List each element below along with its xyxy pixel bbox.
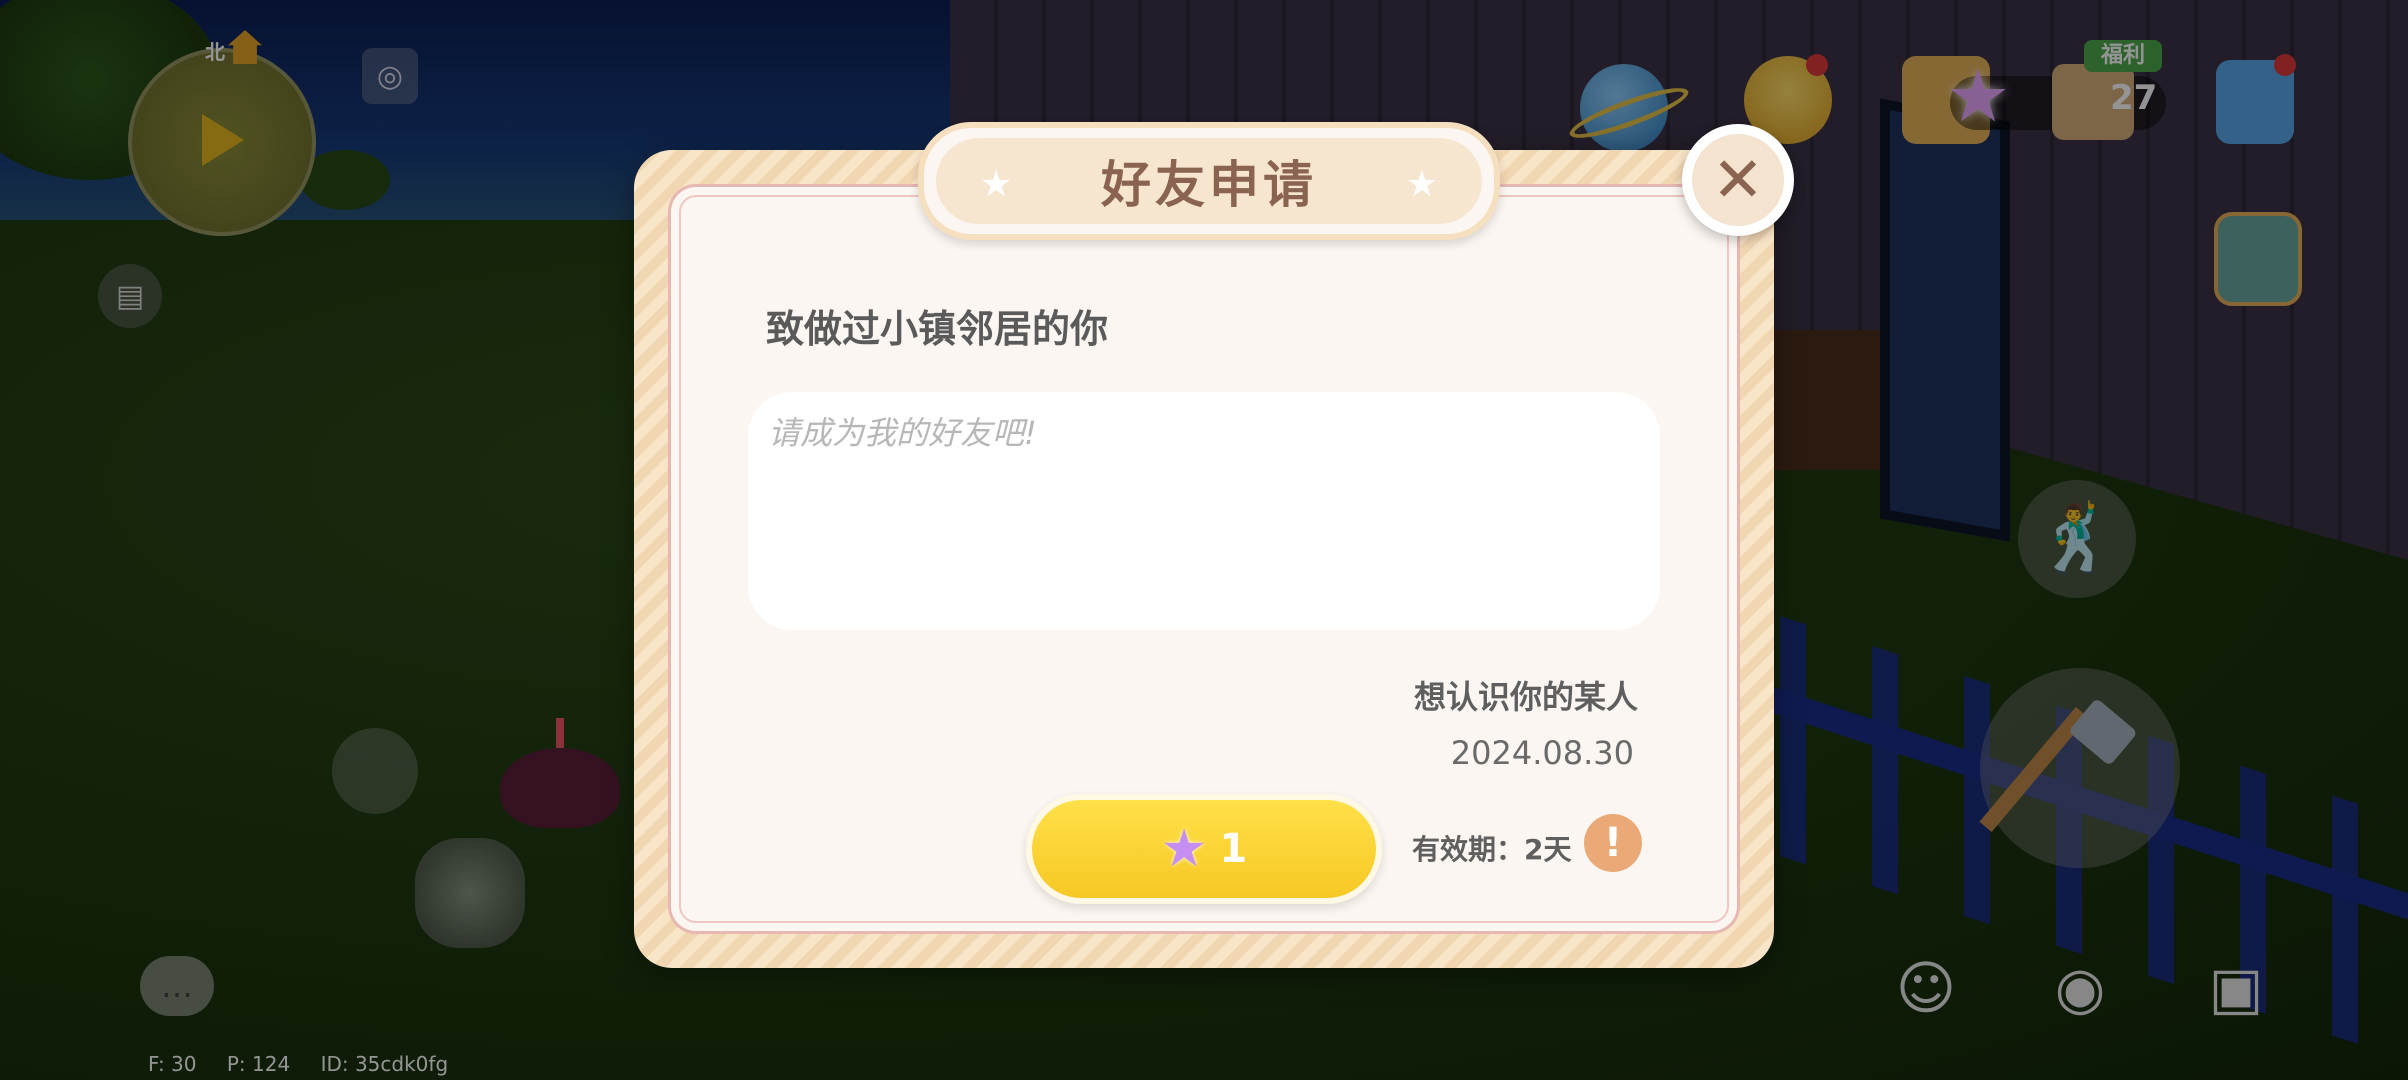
- validity-text: 有效期：2天: [1412, 833, 1572, 866]
- accept-button-face: ★ 1: [1032, 800, 1376, 898]
- message-text: 请成为我的好友吧!: [768, 414, 1037, 452]
- close-icon: ✕: [1692, 134, 1784, 226]
- star-icon: ★: [1160, 819, 1208, 879]
- dialog-title: 好友申请: [1101, 156, 1317, 214]
- star-icon: ★: [1405, 164, 1438, 205]
- request-date: 2024.08.30: [1450, 734, 1634, 772]
- accept-cost: 1: [1219, 826, 1248, 872]
- greeting-text: 致做过小镇邻居的你: [766, 307, 1109, 351]
- dialog-title-inner: ★ 好友申请 ★: [936, 138, 1482, 224]
- close-button[interactable]: ✕: [1682, 124, 1794, 236]
- accept-friend-button[interactable]: ★ 1: [1026, 794, 1382, 904]
- info-icon[interactable]: !: [1584, 814, 1642, 872]
- sender-name: 想认识你的某人: [1413, 678, 1638, 716]
- star-icon: ★: [980, 164, 1013, 205]
- dialog-title-pill: ★ 好友申请 ★: [918, 122, 1500, 240]
